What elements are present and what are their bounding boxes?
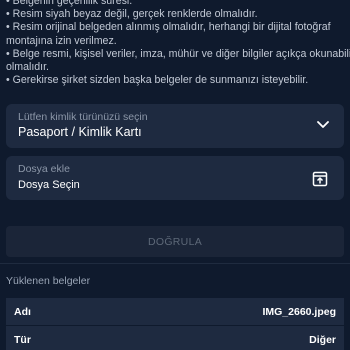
table-row: Tür Diğer <box>6 326 344 350</box>
requirements-list: • Belgenin geçerlilik süresi. • Resim si… <box>6 0 350 87</box>
verify-button[interactable]: DOĞRULA <box>6 226 344 257</box>
requirement-line: • Gerekirse şirket sizden başka belgeler… <box>6 74 309 87</box>
doc-name-value: IMG_2660.jpeg <box>262 306 336 318</box>
id-type-label: Lütfen kimlik türünüzü seçin <box>18 111 148 123</box>
id-type-select[interactable]: Lütfen kimlik türünüzü seçin Pasaport / … <box>6 104 344 148</box>
requirement-line: montajına izin verilmez. <box>6 34 117 47</box>
requirement-line: • Resim siyah beyaz değil, gerçek renkle… <box>6 8 258 21</box>
requirement-line: • Belgenin geçerlilik süresi. <box>6 0 133 7</box>
requirement-line: olmalıdır. <box>6 61 49 74</box>
uploaded-documents-title: Yüklenen belgeler <box>6 275 91 287</box>
requirement-line: • Resim orijinal belgeden alınmış olmalı… <box>6 21 331 34</box>
file-picker[interactable]: Dosya ekle Dosya Seçin <box>6 156 344 200</box>
file-value: Dosya Seçin <box>18 179 80 191</box>
divider <box>0 263 350 264</box>
doc-type-key: Tür <box>14 334 31 346</box>
id-type-value: Pasaport / Kimlik Kartı <box>18 125 142 139</box>
upload-icon[interactable] <box>312 171 328 187</box>
table-row: Adı IMG_2660.jpeg <box>6 298 344 325</box>
doc-type-value: Diğer <box>309 334 336 346</box>
file-label: Dosya ekle <box>18 163 70 175</box>
requirement-line: • Belge resmi, kişisel veriler, imza, mü… <box>6 47 350 60</box>
doc-name-key: Adı <box>14 306 31 318</box>
chevron-down-icon <box>317 121 329 128</box>
